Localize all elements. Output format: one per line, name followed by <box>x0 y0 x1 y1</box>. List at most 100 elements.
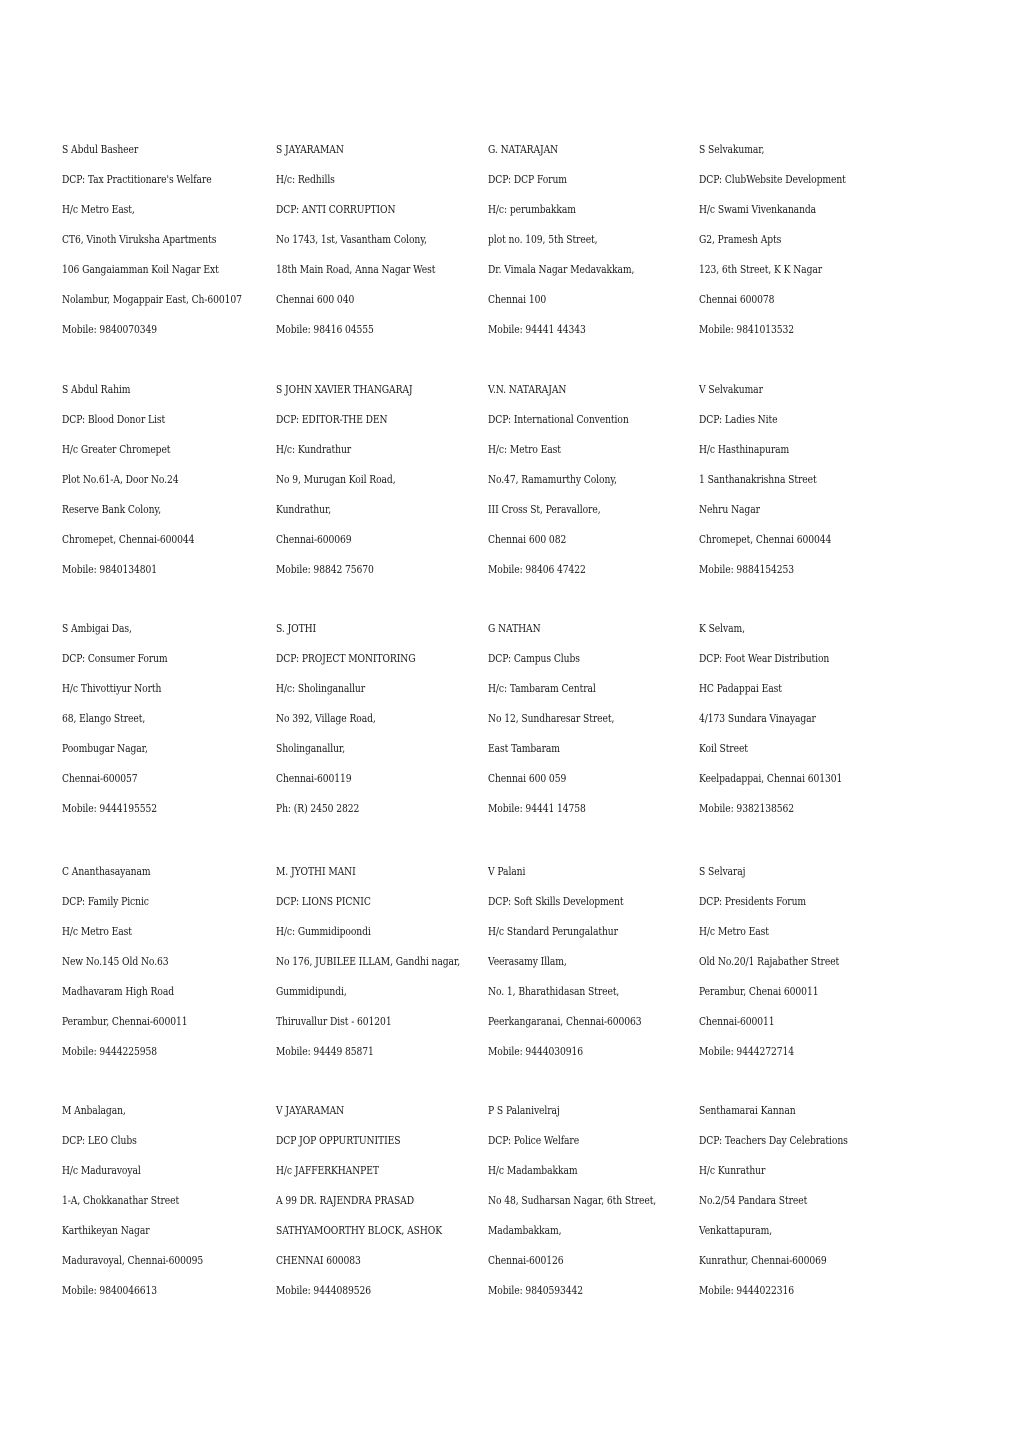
contact-portfolio: DCP: Tax Practitionare's Welfare <box>62 173 212 186</box>
contact-address-line: No 9, Murugan Koil Road, <box>276 473 396 486</box>
contact-card: K Selvam, DCP: Foot Wear Distribution HC P… <box>699 614 904 824</box>
contact-name: G NATHAN <box>488 622 541 635</box>
contact-address-line: Peerkangaranai, Chennai-600063 <box>488 1015 642 1028</box>
contact-card: S Ambigai Das, DCP: Consumer Forum H/c Thi… <box>62 614 267 824</box>
contact-portfolio: DCP: International Convention <box>488 413 629 426</box>
contact-address-line: Old No.20/1 Rajabather Street <box>699 955 840 968</box>
contact-address-line: Thiruvallur Dist - 601201 <box>276 1015 392 1028</box>
contact-phone: Mobile: 9444225958 <box>62 1045 157 1058</box>
contact-address-line: No 1743, 1st, Vasantham Colony, <box>276 233 427 246</box>
contact-phone: Mobile: 9841013532 <box>699 323 794 336</box>
contact-home-club: H/c Hasthinapuram <box>699 443 790 456</box>
contact-address-line: Chennai 100 <box>488 293 547 306</box>
contact-phone: Mobile: 94449 85871 <box>276 1045 374 1058</box>
contact-home-club: H/c Metro East <box>62 925 132 938</box>
contact-address-line: Chennai 600 082 <box>488 533 567 546</box>
contact-name: S JAYARAMAN <box>276 143 344 156</box>
contact-address-line: Karthikeyan Nagar <box>62 1224 150 1237</box>
contact-address-line: Chennai-600069 <box>276 533 352 546</box>
contact-card: V.N. NATARAJAN DCP: International Convent… <box>488 375 693 585</box>
contact-address-line: East Tambaram <box>488 742 560 755</box>
contact-card: Senthamarai Kannan DCP: Teachers Day Cele… <box>699 1096 904 1306</box>
contact-home-club: H/c: perumbakkam <box>488 203 576 216</box>
contact-card: S Abdul Rahim DCP: Blood Donor List H/c Gr… <box>62 375 267 585</box>
contact-portfolio: DCP: Presidents Forum <box>699 895 807 908</box>
contact-home-club: H/c Standard Perungalathur <box>488 925 618 938</box>
contact-name: S Abdul Rahim <box>62 383 131 396</box>
contact-address-line: Madhavaram High Road <box>62 985 175 998</box>
contact-name: M Anbalagan, <box>62 1104 126 1117</box>
contact-portfolio: DCP: Police Welfare <box>488 1134 580 1147</box>
contact-home-club: H/c JAFFERKHANPET <box>276 1164 379 1177</box>
contact-portfolio: DCP: Soft Skills Development <box>488 895 624 908</box>
contact-portfolio: DCP: EDITOR-THE DEN <box>276 413 388 426</box>
contact-home-club: H/c Maduravoyal <box>62 1164 141 1177</box>
contact-portfolio: DCP: Foot Wear Distribution <box>699 652 830 665</box>
contact-address-line: Poombugar Nagar, <box>62 742 148 755</box>
contact-card: S Selvakumar, DCP: ClubWebsite Developmen… <box>699 135 904 345</box>
contact-address-line: A 99 DR. RAJENDRA PRASAD <box>276 1194 414 1207</box>
contact-card: V JAYARAMAN DCP JOP OPPURTUNITIES H/c JAFF… <box>276 1096 481 1306</box>
contact-address-line: 1-A, Chokkanathar Street <box>62 1194 180 1207</box>
contact-name: Senthamarai Kannan <box>699 1104 796 1117</box>
contact-portfolio: DCP: Family Picnic <box>62 895 149 908</box>
contact-portfolio: DCP: Teachers Day Celebrations <box>699 1134 848 1147</box>
contact-card: S JOHN XAVIER THANGARAJ DCP: EDITOR-THE D… <box>276 375 481 585</box>
contact-home-club: H/c: Kundrathur <box>276 443 352 456</box>
contact-name: C Ananthasayanam <box>62 865 151 878</box>
contact-home-club: H/c: Gummidipoondi <box>276 925 371 938</box>
contact-home-club: H/c Kunrathur <box>699 1164 766 1177</box>
contact-phone: Mobile: 9444022316 <box>699 1284 794 1297</box>
contact-address-line: 68, Elango Street, <box>62 712 146 725</box>
contact-address-line: III Cross St, Peravallore, <box>488 503 601 516</box>
contact-phone: Mobile: 9840593442 <box>488 1284 583 1297</box>
contact-address-line: Chennai-600057 <box>62 772 138 785</box>
contact-address-line: No 48, Sudharsan Nagar, 6th Street, <box>488 1194 657 1207</box>
contact-address-line: 1 Santhanakrishna Street <box>699 473 817 486</box>
contact-card: G NATHAN DCP: Campus Clubs H/c: Tambaram C… <box>488 614 693 824</box>
contact-address-line: Nehru Nagar <box>699 503 760 516</box>
contact-name: S Selvakumar, <box>699 143 765 156</box>
contact-address-line: New No.145 Old No.63 <box>62 955 169 968</box>
contact-name: S Selvaraj <box>699 865 746 878</box>
contact-name: P S Palanivelraj <box>488 1104 560 1117</box>
contact-name: V JAYARAMAN <box>276 1104 345 1117</box>
contact-address-line: No 12, Sundharesar Street, <box>488 712 615 725</box>
contact-address-line: Kundrathur, <box>276 503 332 516</box>
contact-address-line: No 176, JUBILEE ILLAM, Gandhi nagar, <box>276 955 461 968</box>
contact-phone: Mobile: 9382138562 <box>699 802 794 815</box>
contact-name: V.N. NATARAJAN <box>488 383 567 396</box>
contact-address-line: Chennai-600119 <box>276 772 352 785</box>
contact-address-line: Plot No.61-A, Door No.24 <box>62 473 179 486</box>
contact-portfolio: DCP: Ladies Nite <box>699 413 778 426</box>
contact-phone: Mobile: 94441 44343 <box>488 323 586 336</box>
contact-phone: Mobile: 9444030916 <box>488 1045 583 1058</box>
contact-phone: Mobile: 9444089526 <box>276 1284 371 1297</box>
contact-name: S Abdul Basheer <box>62 143 139 156</box>
contact-phone: Ph: (R) 2450 2822 <box>276 802 360 815</box>
contact-name: M. JYOTHI MANI <box>276 865 356 878</box>
contact-phone: Mobile: 94441 14758 <box>488 802 586 815</box>
contact-address-line: Chennai-600126 <box>488 1254 564 1267</box>
contact-home-club: H/c Madambakkam <box>488 1164 578 1177</box>
contact-home-club: H/c Thivottiyur North <box>62 682 162 695</box>
contact-address-line: Gummidipundi, <box>276 985 347 998</box>
contact-portfolio: DCP: PROJECT MONITORING <box>276 652 416 665</box>
contact-address-line: Reserve Bank Colony, <box>62 503 162 516</box>
contact-address-line: Madambakkam, <box>488 1224 562 1237</box>
contact-card: P S Palanivelraj DCP: Police Welfare H/c M… <box>488 1096 693 1306</box>
contact-phone: Mobile: 98842 75670 <box>276 563 374 576</box>
contact-address-line: Chromepet, Chennai-600044 <box>62 533 195 546</box>
contact-portfolio: DCP: Consumer Forum <box>62 652 168 665</box>
contact-portfolio: DCP JOP OPPURTUNITIES <box>276 1134 401 1147</box>
contact-card: V Palani DCP: Soft Skills Development H/c … <box>488 857 693 1067</box>
contact-card: S. JOTHI DCP: PROJECT MONITORING H/c: Shol… <box>276 614 481 824</box>
contact-home-club: H/c: Metro East <box>488 443 561 456</box>
contact-portfolio: DCP: ANTI CORRUPTION <box>276 203 396 216</box>
contact-phone: Mobile: 98416 04555 <box>276 323 374 336</box>
contact-address-line: Koil Street <box>699 742 748 755</box>
contact-name: V Palani <box>488 865 526 878</box>
contact-portfolio: DCP: LIONS PICNIC <box>276 895 371 908</box>
contact-address-line: Venkattapuram, <box>699 1224 773 1237</box>
contact-phone: Mobile: 9444195552 <box>62 802 157 815</box>
